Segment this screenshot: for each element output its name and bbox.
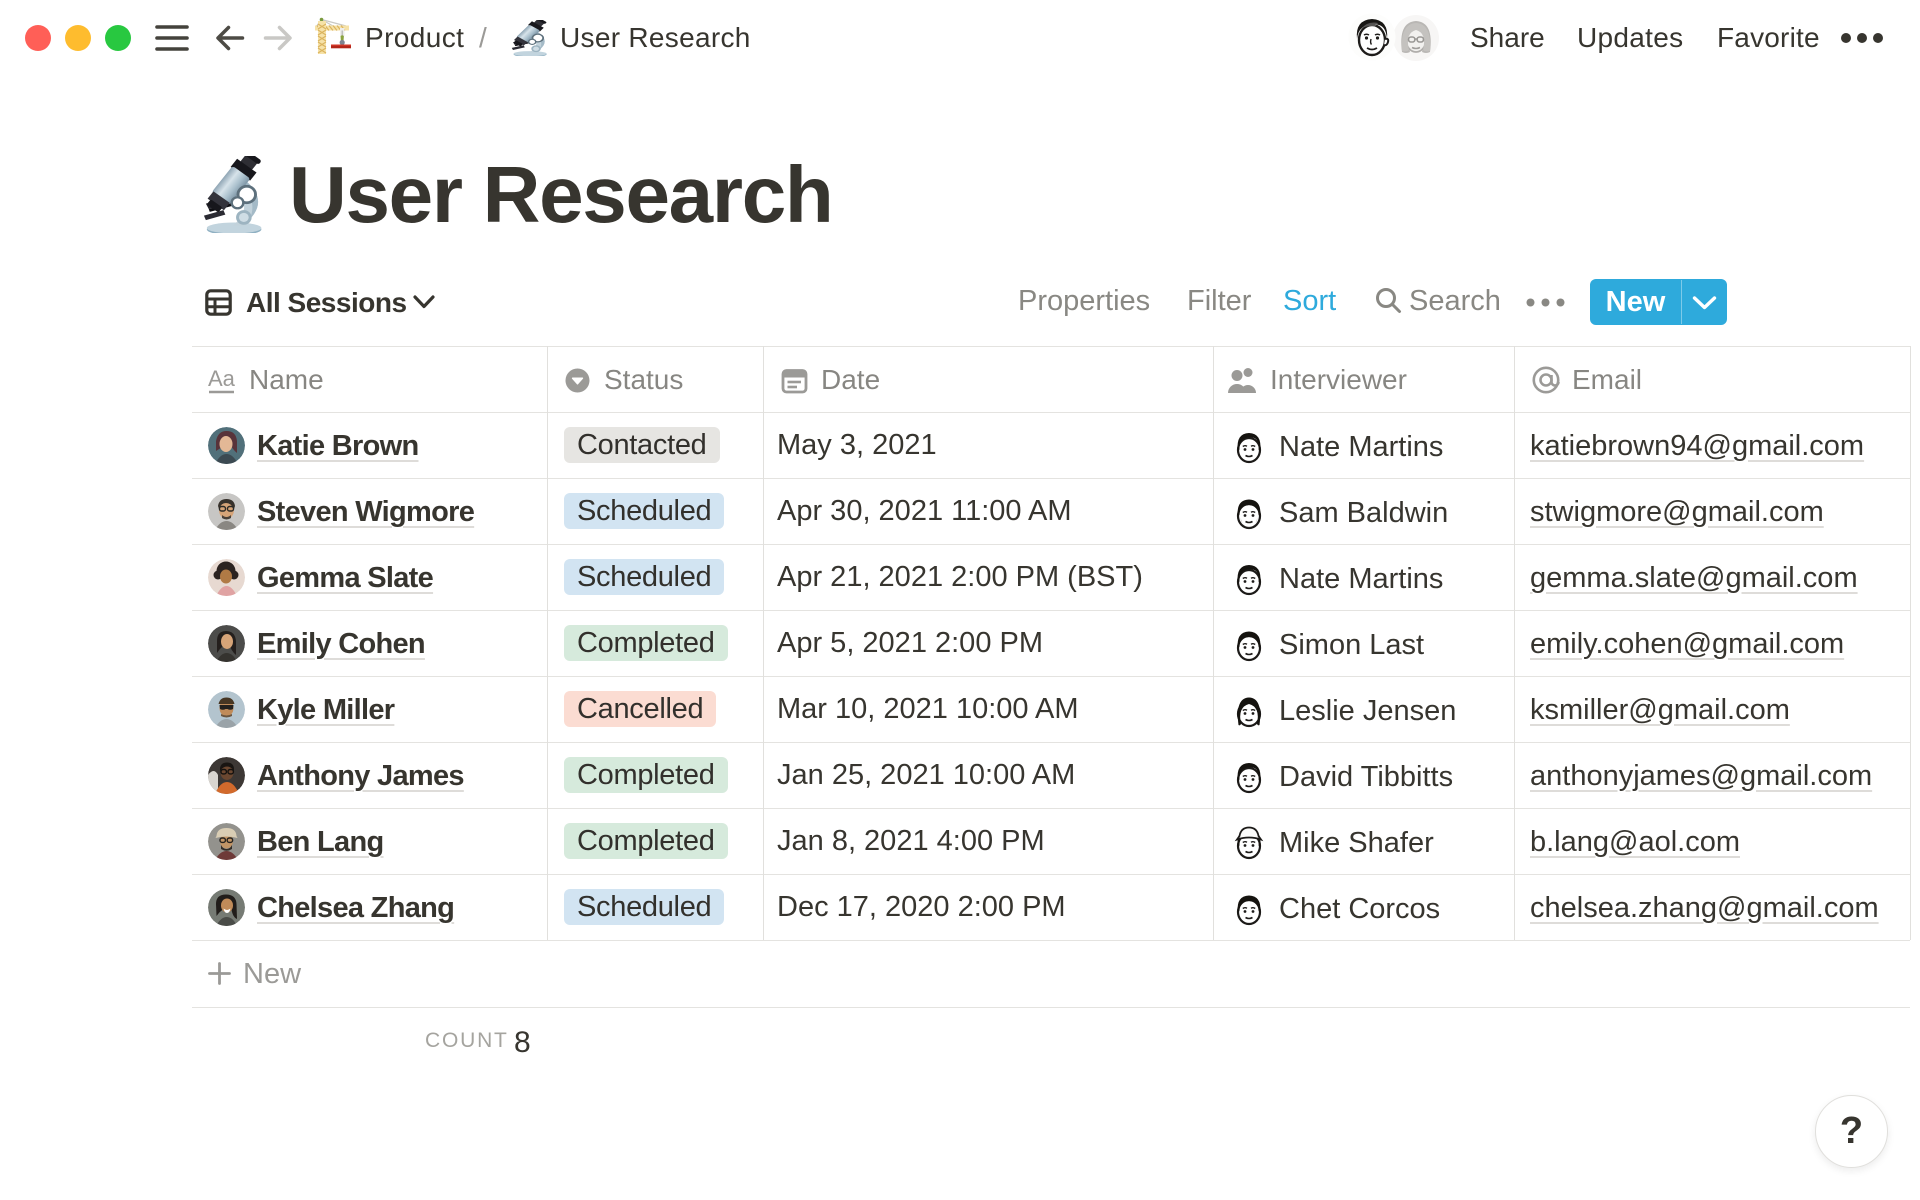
svg-text:Aa: Aa — [208, 366, 236, 391]
